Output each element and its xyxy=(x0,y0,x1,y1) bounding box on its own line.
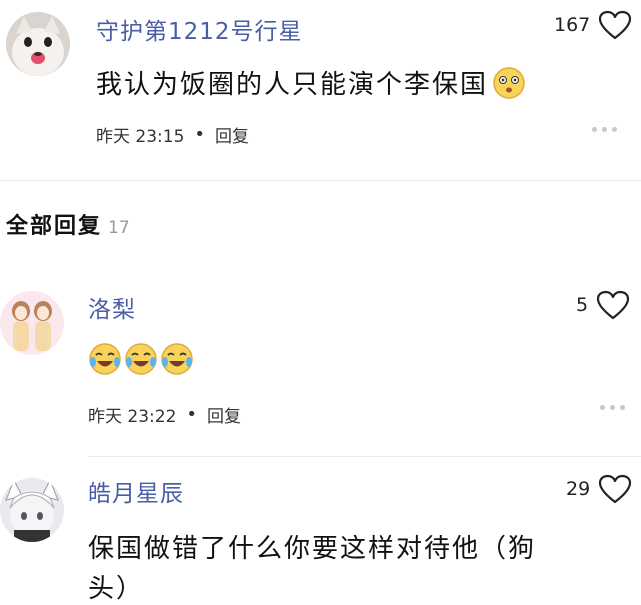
avatar-girls[interactable] xyxy=(0,291,64,355)
reply-link[interactable]: 回复 xyxy=(215,122,249,147)
reply-link[interactable]: 回复 xyxy=(207,402,241,427)
comment-text: 我认为饭圈的人只能演个李保国 xyxy=(96,64,526,101)
heart-icon xyxy=(599,10,632,40)
section-count: 17 xyxy=(108,218,130,238)
avatar-anime[interactable] xyxy=(0,478,64,542)
username[interactable]: 洛梨 xyxy=(88,290,136,324)
like-button[interactable]: 167 xyxy=(554,10,632,40)
like-count: 5 xyxy=(576,294,589,316)
tears-of-joy-emoji-icon xyxy=(125,343,157,375)
divider xyxy=(88,456,641,457)
comment-meta: 昨天 23:22 • 回复 xyxy=(88,402,241,427)
heart-icon xyxy=(599,474,632,504)
dizzy-face-emoji-icon xyxy=(493,66,525,99)
section-title: 全部回复 xyxy=(6,214,103,239)
separator-dot: • xyxy=(186,404,198,425)
emoji-row xyxy=(88,342,194,376)
tears-of-joy-emoji-icon xyxy=(161,343,193,375)
heart-icon xyxy=(596,290,630,320)
timestamp: 昨天 23:15 xyxy=(96,127,185,147)
divider xyxy=(0,180,641,181)
username[interactable]: 皓月星辰 xyxy=(88,474,184,508)
comment-text: 保国做错了什么你要这样对待他（狗 xyxy=(88,534,537,564)
like-count: 29 xyxy=(566,478,591,500)
timestamp: 昨天 23:22 xyxy=(88,407,177,427)
like-button[interactable]: 29 xyxy=(566,474,632,504)
like-button[interactable]: 5 xyxy=(576,290,630,320)
avatar-cat[interactable] xyxy=(6,12,70,76)
comment-meta: 昨天 23:15 • 回复 xyxy=(96,122,249,147)
more-icon[interactable] xyxy=(592,127,617,132)
section-header: 全部回复 17 xyxy=(6,208,130,240)
separator-dot: • xyxy=(194,124,206,145)
like-count: 167 xyxy=(554,14,591,36)
more-icon[interactable] xyxy=(600,405,625,410)
tears-of-joy-emoji-icon xyxy=(89,343,121,375)
username[interactable]: 守护第1212号行星 xyxy=(96,12,303,46)
comment-text-continued: 头） xyxy=(88,574,145,604)
